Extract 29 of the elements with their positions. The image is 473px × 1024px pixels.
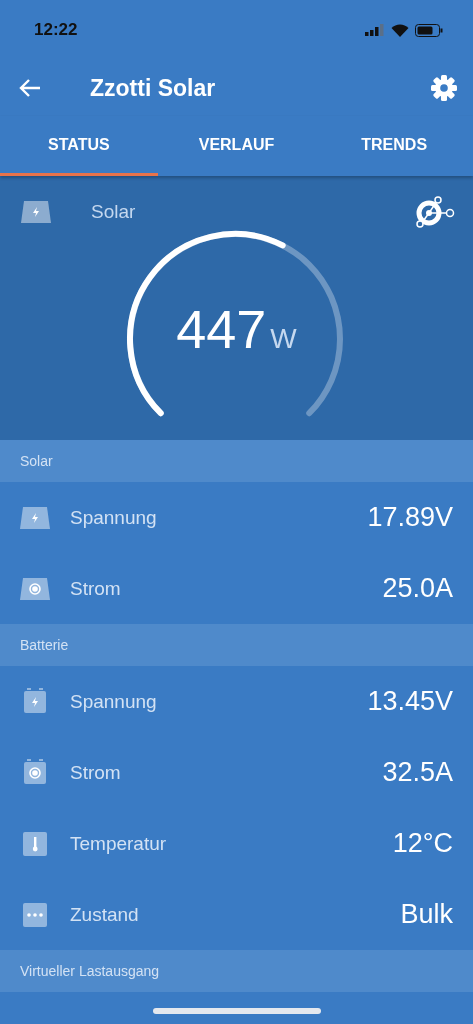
status-time: 12:22 [34,20,78,40]
row-label: Zustand [70,903,140,926]
power-value: 447 [176,298,267,360]
row-label: Strom [70,577,122,600]
row-label: Spannung [70,690,158,713]
tab[interactable]: VERLAUF [157,116,316,176]
power-unit: W [270,323,297,355]
row-value: Bulk [400,899,453,930]
row-value: 32.5A [382,757,453,788]
section-title: Batterie [20,637,69,653]
settings-icon[interactable] [431,75,457,101]
battery-icon [415,23,443,37]
row-value: 17.89V [367,502,453,533]
section-title: Solar [20,453,53,469]
back-arrow-icon[interactable] [18,78,42,98]
gauge-label: Solar [91,201,137,223]
tab[interactable]: TRENDS [315,116,473,176]
row-label: Strom [70,761,122,784]
app-title: Zzotti Solar [90,74,217,102]
signal-icon [365,24,385,36]
section-title: Virtueller Lastausgang [20,963,160,979]
wifi-icon [391,23,409,37]
row-label: Spannung [70,506,158,529]
panel-bolt-icon [20,198,52,226]
row-value: 25.0A [382,573,453,604]
row-value: 13.45V [367,686,453,717]
network-icon[interactable] [415,196,455,228]
row-value: 12°C [392,828,453,859]
row-label: Temperatur [70,832,168,855]
